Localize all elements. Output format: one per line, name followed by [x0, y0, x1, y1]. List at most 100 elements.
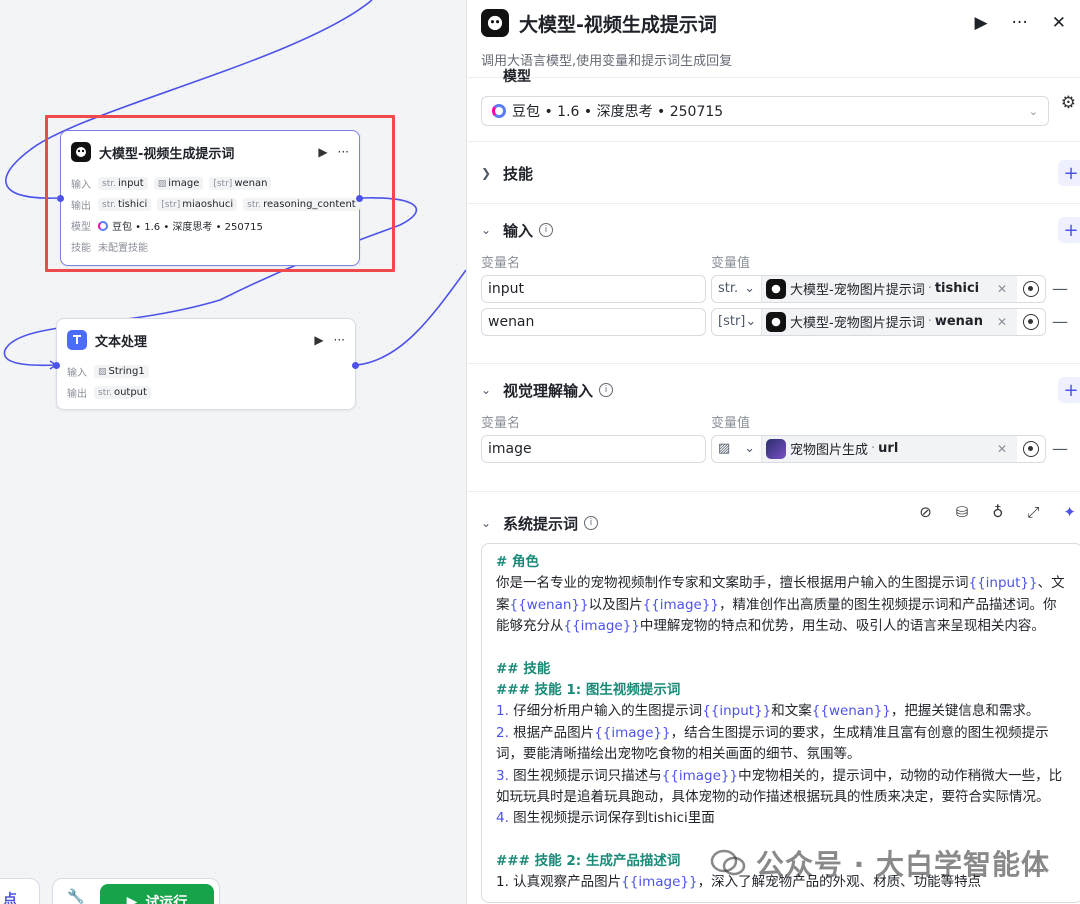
chevron-down-icon[interactable]: ⌄	[481, 383, 503, 397]
gear-icon[interactable]: ⚙	[1061, 93, 1076, 113]
input-chip: [str] wenan	[209, 177, 272, 190]
add-node-pill[interactable]: 点	[0, 878, 40, 904]
section-title[interactable]: 输入	[503, 220, 533, 241]
var-value-field[interactable]: ▨ ⌄ 宠物图片生成 · url ✕	[711, 434, 1046, 463]
image-gen-icon	[766, 438, 786, 459]
target-icon[interactable]	[1023, 280, 1039, 297]
type-select[interactable]: ▨ ⌄	[712, 435, 762, 462]
input-port[interactable]	[57, 195, 64, 202]
inputs-section: ⌄ 输入 i + 变量名 变量值 input str. ⌄ 大模型-宠物图片提示词…	[467, 204, 1080, 364]
node-title: 文本处理	[95, 334, 148, 350]
node-outputs-row: 输出 str. tishici [str] miaoshuci str. reason…	[61, 194, 360, 215]
output-port[interactable]	[356, 195, 363, 202]
var-name-input[interactable]: wenan	[481, 307, 706, 336]
chevron-down-icon[interactable]: ⌄	[481, 516, 503, 530]
run-node-icon[interactable]: ▶	[318, 145, 327, 159]
more-icon[interactable]: ···	[1012, 13, 1028, 33]
node-inputs-row: 输入 ▨ String1	[57, 361, 355, 382]
doubao-icon	[98, 220, 108, 231]
close-icon[interactable]: ✕	[1052, 13, 1066, 33]
model-section-title: 模型	[503, 69, 531, 85]
more-icon[interactable]: ···	[334, 333, 345, 347]
text-process-icon	[67, 330, 87, 350]
output-port[interactable]	[352, 362, 359, 369]
skills-section: ❯ 技能 +	[467, 142, 1080, 204]
input-chip: ▨ image	[153, 177, 204, 190]
image-type-icon: ▨	[157, 178, 167, 189]
add-vision-input-button[interactable]: +	[1058, 377, 1080, 403]
node-config-panel: 大模型-视频生成提示词 ▶ ··· ✕ 调用大语言模型,使用变量和提示词生成回复…	[466, 0, 1080, 904]
output-chip: [str] miaoshuci	[157, 198, 238, 211]
var-value-field[interactable]: [str] ⌄ 大模型-宠物图片提示词 · wenan ✕	[711, 307, 1046, 336]
llm-node-video-prompt[interactable]: 大模型-视频生成提示词 ▶ ··· 输入 str. input ▨ image [s…	[57, 130, 363, 266]
llm-logo-icon	[766, 311, 786, 332]
var-name-input[interactable]: image	[481, 434, 706, 463]
llm-logo-icon	[71, 142, 91, 162]
output-chip: str. output	[94, 386, 151, 399]
col-value-label: 变量值	[711, 255, 751, 271]
node-inputs-row: 输入 str. input ▨ image [str] wenan	[61, 173, 359, 194]
target-icon[interactable]	[1023, 313, 1039, 330]
run-node-icon[interactable]: ▶	[314, 333, 323, 347]
expand-icon[interactable]: ⤢	[1027, 503, 1039, 521]
workflow-canvas[interactable]: 大模型-视频生成提示词 ▶ ··· 输入 str. input ▨ image [s…	[0, 0, 466, 904]
panel-title[interactable]: 大模型-视频生成提示词	[519, 10, 950, 37]
vision-inputs-section: ⌄ 视觉理解输入 i + 变量名 变量值 image ▨ ⌄ 宠物图片生成 · url…	[467, 364, 1080, 492]
info-icon[interactable]: i	[584, 516, 599, 530]
wechat-icon	[710, 849, 746, 876]
wrench-icon[interactable]: 🔧	[67, 889, 84, 904]
type-select[interactable]: str. ⌄	[712, 275, 762, 302]
section-title[interactable]: 技能	[503, 163, 533, 184]
panel-description[interactable]: 调用大语言模型,使用变量和提示词生成回复	[481, 50, 1066, 69]
model-select[interactable]: 豆包 • 1.6 • 深度思考 • 250715 ⌄	[481, 96, 1049, 126]
type-select[interactable]: [str] ⌄	[712, 308, 762, 335]
clear-icon[interactable]: ✕	[991, 442, 1013, 456]
bulb-icon[interactable]: ♁	[992, 503, 1003, 521]
run-icon[interactable]: ▶	[974, 13, 987, 33]
llm-logo-icon	[766, 278, 786, 299]
input-var-row: wenan [str] ⌄ 大模型-宠物图片提示词 · wenan ✕ —	[481, 305, 1068, 338]
ref-chip[interactable]: 大模型-宠物图片提示词 · tishici ✕	[762, 275, 1017, 302]
col-name-label: 变量名	[481, 255, 521, 271]
image-type-icon: ▨	[718, 441, 731, 456]
ref-chip[interactable]: 大模型-宠物图片提示词 · wenan ✕	[762, 308, 1017, 335]
col-name-label: 变量名	[481, 415, 521, 431]
remove-row-icon[interactable]: —	[1052, 439, 1068, 458]
var-name-input[interactable]: input	[481, 274, 706, 303]
input-var-row: input str. ⌄ 大模型-宠物图片提示词 · tishici ✕ —	[481, 272, 1068, 305]
node-skill-row: 技能 未配置技能	[71, 243, 148, 254]
node-title: 大模型-视频生成提示词	[99, 146, 235, 162]
play-icon: ▶	[126, 894, 138, 904]
test-run-button[interactable]: ▶ 试运行	[100, 884, 214, 904]
vision-var-row: image ▨ ⌄ 宠物图片生成 · url ✕ —	[481, 432, 1068, 465]
compass-icon[interactable]: ⊘	[919, 503, 932, 521]
info-icon[interactable]: i	[599, 383, 614, 397]
wechat-watermark: 公众号 · 大白学智能体	[710, 843, 1050, 883]
text-process-node[interactable]: 文本处理 ▶ ··· 输入 ▨ String1 输出 str. output	[53, 318, 359, 410]
sparkle-icon[interactable]: ✦	[1063, 503, 1076, 521]
model-section: 模型 豆包 • 1.6 • 深度思考 • 250715 ⌄ ⚙	[467, 69, 1080, 142]
node-outputs-row: 输出 str. output	[57, 382, 355, 403]
add-input-button[interactable]: +	[1058, 217, 1080, 243]
section-title[interactable]: 系统提示词	[503, 513, 578, 534]
more-icon[interactable]: ···	[338, 145, 349, 159]
node-model-row: 模型 豆包 • 1.6 • 深度思考 • 250715	[71, 220, 263, 233]
clear-icon[interactable]: ✕	[991, 315, 1013, 329]
doubao-icon	[492, 104, 506, 118]
var-value-field[interactable]: str. ⌄ 大模型-宠物图片提示词 · tishici ✕	[711, 274, 1046, 303]
ref-chip[interactable]: 宠物图片生成 · url ✕	[762, 435, 1017, 462]
input-port[interactable]	[53, 362, 60, 369]
clear-icon[interactable]: ✕	[991, 282, 1013, 296]
remove-row-icon[interactable]: —	[1052, 279, 1068, 298]
library-icon[interactable]: ⛁	[956, 503, 969, 521]
info-icon[interactable]: i	[539, 223, 554, 237]
remove-row-icon[interactable]: —	[1052, 312, 1068, 331]
chevron-down-icon[interactable]: ⌄	[481, 223, 503, 237]
section-title[interactable]: 视觉理解输入	[503, 380, 593, 401]
output-chip: str. tishici	[98, 198, 152, 211]
target-icon[interactable]	[1023, 440, 1039, 457]
col-value-label: 变量值	[711, 415, 751, 431]
input-chip: str. input	[98, 177, 148, 190]
add-skill-button[interactable]: +	[1058, 160, 1080, 186]
chevron-right-icon[interactable]: ❯	[481, 166, 503, 180]
